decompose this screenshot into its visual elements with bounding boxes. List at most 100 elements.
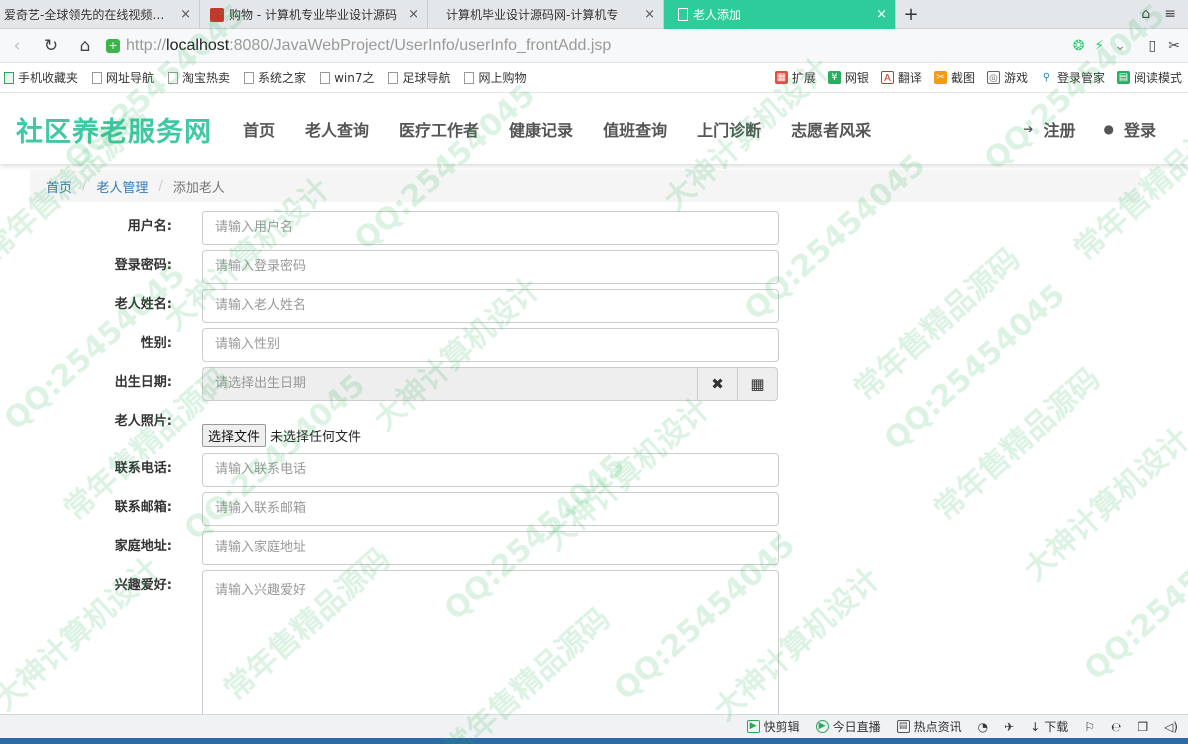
browser-tab-strip: 爱奇艺-全球领先的在线视频网站 × 购物 - 计算机专业毕业设计源码 × 计算机… <box>0 0 1188 29</box>
url-host: localhost <box>166 36 230 54</box>
status-speed[interactable]: ◔ <box>978 720 988 734</box>
tool-label: 翻译 <box>897 71 922 85</box>
browser-tab[interactable]: 爱奇艺-全球领先的在线视频网站 × <box>0 0 200 29</box>
password-label: 登录密码: <box>114 258 172 273</box>
menu-item-medical-staff[interactable]: 医疗工作者 <box>399 117 479 141</box>
page-icon <box>678 8 688 21</box>
browser-tab[interactable]: 计算机毕业设计源码网-计算机专 × <box>428 0 664 29</box>
status-label: 下载 <box>1044 720 1069 734</box>
status-quick-edit[interactable]: ▶ 快剪辑 <box>746 718 800 735</box>
birthday-input[interactable]: 请选择出生日期 <box>202 367 698 401</box>
back-icon[interactable]: ‹ <box>0 36 34 56</box>
login-link[interactable]: ● 登录 <box>1104 117 1157 141</box>
book-icon: ▤ <box>1116 71 1130 84</box>
register-link[interactable]: ➔ 注册 <box>1023 117 1075 141</box>
tool-translate[interactable]: A 翻译 <box>880 69 922 86</box>
tool-extensions[interactable]: ▦ 扩展 <box>774 69 816 86</box>
bank-icon: ¥ <box>827 71 841 84</box>
shield-icon: + <box>106 38 120 53</box>
browser-tab[interactable]: 购物 - 计算机专业毕业设计源码 × <box>200 0 428 29</box>
bookmark-item[interactable]: 淘宝热卖 <box>168 69 230 86</box>
site-brand[interactable]: 社区养老服务网 <box>16 110 212 149</box>
status-accelerate[interactable]: ✈ <box>1004 720 1014 734</box>
new-tab-button[interactable]: + <box>896 0 926 28</box>
bookmark-icon <box>320 71 331 84</box>
real-name-input[interactable]: 请输入老人姓名 <box>202 289 779 323</box>
close-icon: ✖ <box>711 375 724 393</box>
gender-input[interactable]: 请输入性别 <box>202 328 779 362</box>
status-news[interactable]: ▤ 热点资讯 <box>896 718 962 735</box>
menu-item-duty-query[interactable]: 值班查询 <box>603 117 667 141</box>
tool-label: 截图 <box>950 71 975 85</box>
screenshot-icon: ✂ <box>933 71 947 84</box>
tool-label: 阅读模式 <box>1133 71 1182 85</box>
bookmark-icon <box>244 71 255 84</box>
file-status: 未选择任何文件 <box>270 430 362 445</box>
lightning-icon[interactable]: ⚡ <box>1094 38 1104 54</box>
bookmark-item[interactable]: 足球导航 <box>388 69 450 86</box>
browser-tools: ▦ 扩展 ¥ 网银 A 翻译 ✂ 截图 ◎ 游戏 ⚲ 登录管家 ▤ 阅读模式 <box>774 69 1188 86</box>
bookmark-icon <box>92 71 103 84</box>
tab-close-icon[interactable]: × <box>876 7 887 22</box>
address-input[interactable]: 请输入家庭地址 <box>202 531 779 565</box>
web-page: 社区养老服务网 首页 老人查询 医疗工作者 健康记录 值班查询 上门诊断 志愿者… <box>0 94 1188 714</box>
email-label: 联系邮箱: <box>114 500 172 515</box>
menu-item-health-records[interactable]: 健康记录 <box>509 117 573 141</box>
username-input[interactable]: 请输入用户名 <box>202 211 779 245</box>
phone-label: 联系电话: <box>114 461 172 476</box>
clear-date-button[interactable]: ✖ <box>698 367 738 401</box>
password-input[interactable]: 请输入登录密码 <box>202 250 779 284</box>
tab-close-icon[interactable]: × <box>408 7 419 22</box>
shirt-icon[interactable]: ⌂ <box>1141 6 1150 22</box>
status-flag[interactable]: ⚐ <box>1084 720 1095 734</box>
bookmark-item[interactable]: 网址导航 <box>92 69 154 86</box>
status-ie[interactable]: ℮ <box>1111 720 1121 734</box>
key-icon: ⚲ <box>1042 72 1051 83</box>
user-icon: ● <box>1103 122 1114 136</box>
tab-close-icon[interactable]: × <box>644 7 655 22</box>
tool-label: 登录管家 <box>1056 71 1105 85</box>
bookmark-item[interactable]: win7之 <box>320 69 374 86</box>
address-toolbar: ‹ ↻ ⌂ + http://localhost:8080/JavaWebPro… <box>0 29 1188 63</box>
scissors-icon[interactable]: ✂ <box>1168 38 1180 54</box>
email-input[interactable]: 请输入联系邮箱 <box>202 492 779 526</box>
tool-games[interactable]: ◎ 游戏 <box>986 69 1028 86</box>
phone-input[interactable]: 请输入联系电话 <box>202 453 779 487</box>
shop-icon <box>210 7 224 22</box>
dropdown-icon[interactable]: ⌄ <box>1114 38 1126 54</box>
breadcrumb-section[interactable]: 老人管理 <box>96 177 148 196</box>
tool-bank[interactable]: ¥ 网银 <box>827 69 869 86</box>
tab-close-icon[interactable]: × <box>180 7 191 22</box>
bookmark-item[interactable]: 手机收藏夹 <box>4 69 78 86</box>
home-icon[interactable]: ⌂ <box>68 36 102 56</box>
refresh-green-icon[interactable]: ❂ <box>1073 38 1085 54</box>
reload-icon[interactable]: ↻ <box>34 36 68 56</box>
breadcrumb-home[interactable]: 首页 <box>46 177 72 196</box>
hobby-textarea[interactable]: 请输入兴趣爱好 <box>202 570 779 714</box>
menu-icon[interactable]: ≡ <box>1164 6 1176 22</box>
extension-icon: ▦ <box>774 71 788 84</box>
tool-screenshot[interactable]: ✂ 截图 <box>933 69 975 86</box>
phone-icon[interactable]: ▯ <box>1149 38 1157 54</box>
menu-item-volunteers[interactable]: 志愿者风采 <box>791 117 871 141</box>
url-text[interactable]: http://localhost:8080/JavaWebProject/Use… <box>126 37 611 55</box>
birthday-picker: 请选择出生日期 ✖ ▦ <box>202 367 778 401</box>
bookmark-item[interactable]: 网上购物 <box>464 69 526 86</box>
tool-login-manager[interactable]: ⚲ 登录管家 <box>1040 69 1105 86</box>
bookmark-item[interactable]: 系统之家 <box>244 69 306 86</box>
tab-label: 购物 - 计算机专业毕业设计源码 <box>229 8 397 22</box>
choose-file-button[interactable]: 选择文件 <box>202 424 267 447</box>
status-live[interactable]: ▶ 今日直播 <box>815 718 881 735</box>
address-bar[interactable]: + http://localhost:8080/JavaWebProject/U… <box>106 33 1126 59</box>
status-download[interactable]: ↓ 下载 <box>1030 718 1068 735</box>
address-label: 家庭地址: <box>114 539 172 554</box>
menu-item-home[interactable]: 首页 <box>243 117 275 141</box>
status-sound[interactable]: ◁) <box>1164 720 1178 734</box>
status-window[interactable]: ❐ <box>1137 720 1148 734</box>
download-icon: ↓ <box>1030 719 1041 734</box>
menu-item-elder-query[interactable]: 老人查询 <box>305 117 369 141</box>
menu-item-home-visit[interactable]: 上门诊断 <box>697 117 761 141</box>
tool-reading-mode[interactable]: ▤ 阅读模式 <box>1116 69 1182 86</box>
calendar-button[interactable]: ▦ <box>738 367 778 401</box>
browser-tab-active[interactable]: 老人添加 × <box>664 0 896 29</box>
